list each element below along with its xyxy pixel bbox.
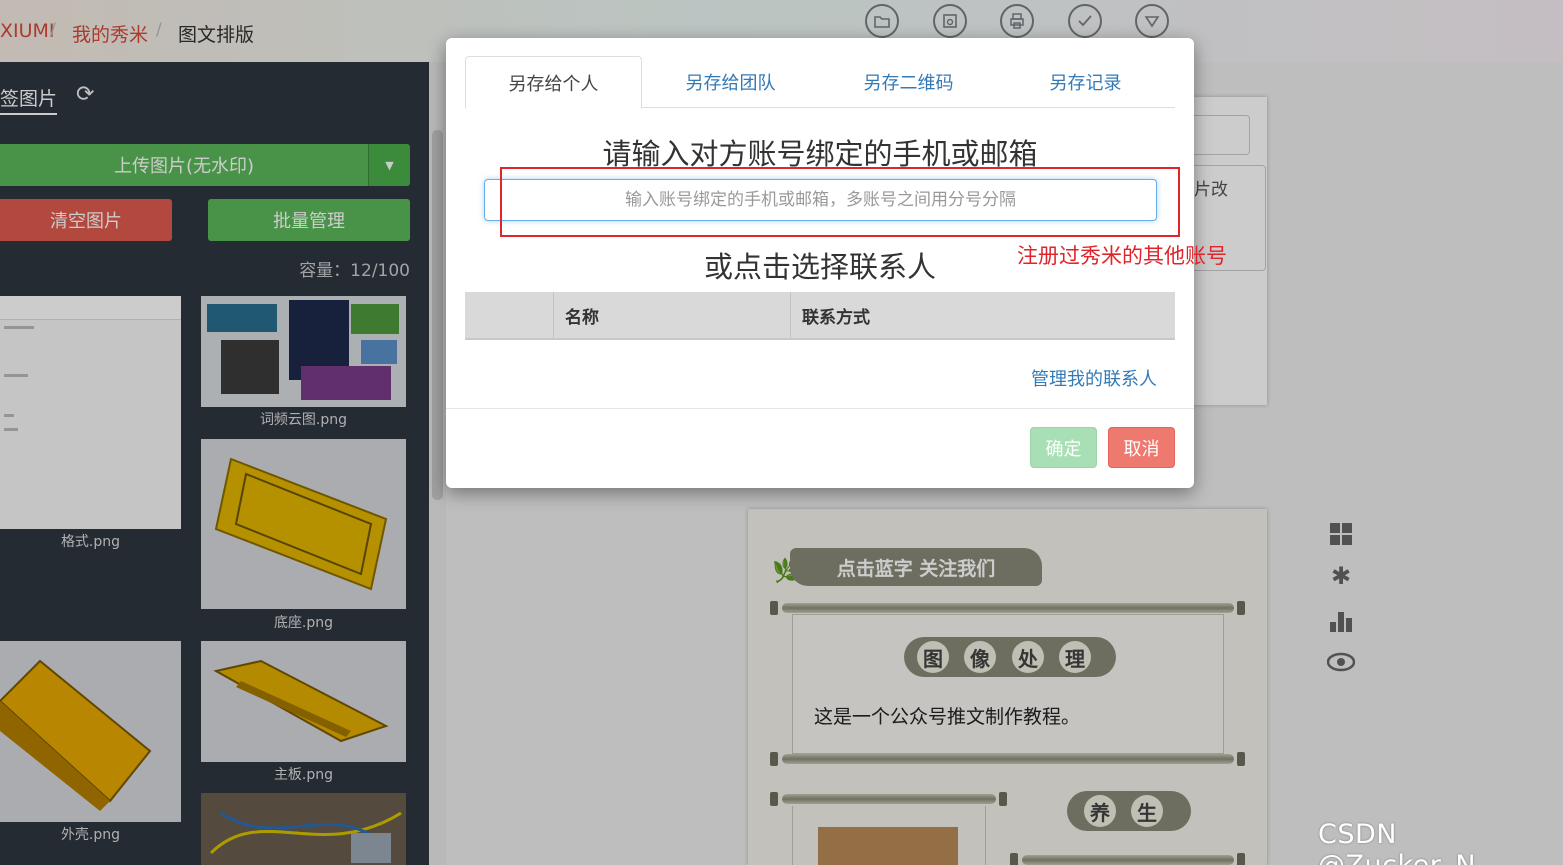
- tab-save-to-person[interactable]: 另存给个人: [465, 56, 642, 109]
- column-name[interactable]: 名称: [553, 292, 790, 338]
- confirm-button[interactable]: 确定: [1030, 427, 1097, 468]
- tab-save-to-team[interactable]: 另存给团队: [642, 56, 819, 108]
- dialog-footer-divider: [446, 408, 1194, 409]
- tab-save-history[interactable]: 另存记录: [997, 56, 1174, 108]
- annotation-box: [500, 167, 1180, 237]
- watermark: CSDN @Zucker_N: [1318, 819, 1476, 865]
- tab-save-qrcode[interactable]: 另存二维码: [820, 56, 997, 108]
- manage-contacts-link[interactable]: 管理我的联系人: [1031, 365, 1157, 391]
- column-select: [465, 292, 553, 338]
- contacts-table-header: 名称 联系方式: [465, 292, 1175, 340]
- annotation-note: 注册过秀米的其他账号: [1017, 244, 1227, 268]
- column-contact[interactable]: 联系方式: [790, 292, 1175, 338]
- cancel-button[interactable]: 取消: [1108, 427, 1175, 468]
- dialog-tabs: 另存给个人 另存给团队 另存二维码 另存记录: [465, 56, 1175, 109]
